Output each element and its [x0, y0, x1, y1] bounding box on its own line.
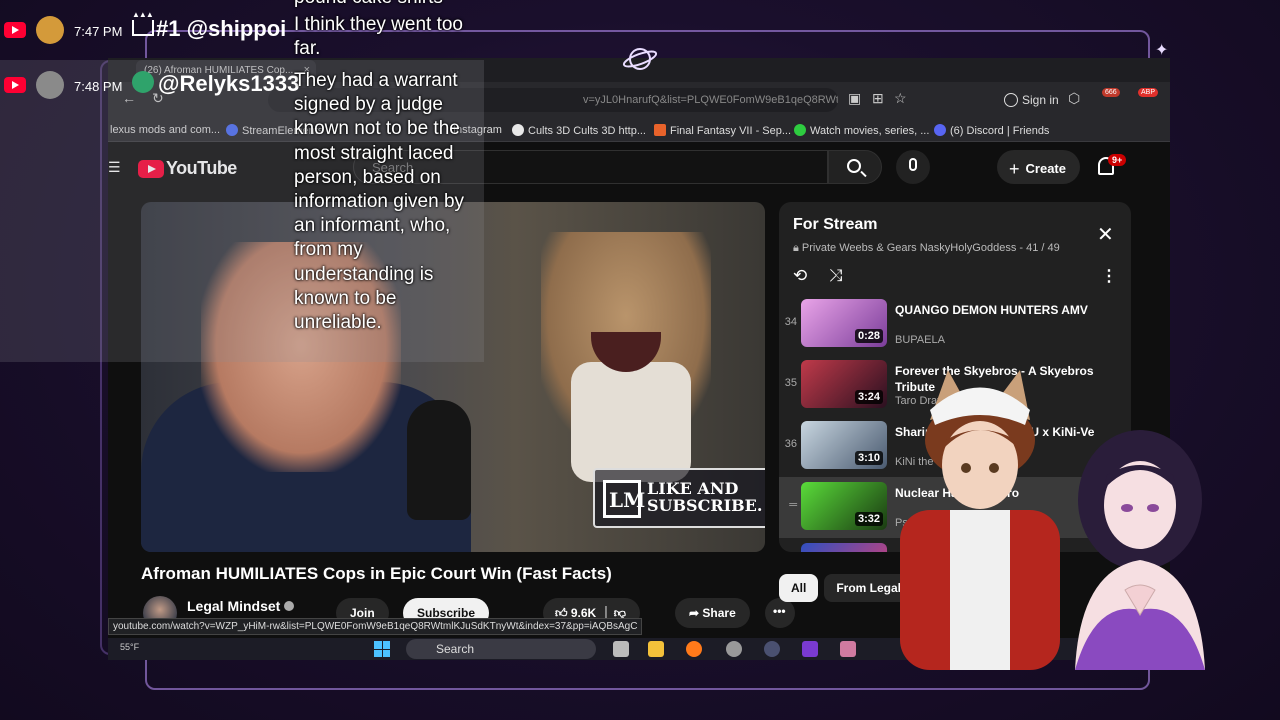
drag-handle-icon[interactable]: ═ [783, 499, 797, 511]
chat-message: I think they went too far. [294, 14, 463, 60]
create-button[interactable]: + Create [997, 150, 1080, 184]
extension-icon[interactable]: ⬡ [1068, 90, 1080, 107]
video-thumbnail: 3:10 [801, 421, 887, 469]
planet-icon [622, 48, 658, 70]
file-explorer-icon[interactable] [648, 641, 664, 657]
notification-count: 9+ [1108, 154, 1127, 166]
bookmark-item[interactable]: Cults 3D Cults 3D http... [512, 124, 646, 137]
plus-icon: + [1009, 159, 1020, 179]
signin-label: Sign in [1022, 93, 1059, 107]
bookmark-favicon [654, 124, 666, 136]
lock-icon: 🔒︎ [793, 242, 802, 254]
youtube-badge-icon [4, 22, 26, 38]
voice-search-button[interactable] [896, 150, 930, 184]
firefox-icon[interactable] [686, 641, 702, 657]
windows-start-icon[interactable] [374, 641, 390, 657]
signin-button[interactable]: Sign in [996, 88, 1069, 112]
star-icon[interactable]: ☆ [894, 90, 907, 107]
taskbar-search[interactable]: Search [406, 639, 596, 659]
chat-username: @Relyks1333 [132, 71, 299, 97]
bookmark-item[interactable]: (6) Discord | Friends [934, 124, 1049, 137]
video-microphone [407, 400, 471, 520]
vtuber-avatar-cat-boy [900, 370, 1060, 670]
channel-name[interactable]: Legal Mindset [187, 598, 295, 614]
overlay-text: LIKE AND SUBSCRIBE. [647, 479, 763, 515]
playlist-meta: 🔒︎ Private Weebs & Gears NaskyHolyGoddes… [793, 242, 1060, 254]
bookmark-item[interactable]: Final Fantasy VII - Sep... [654, 124, 791, 137]
grid-icon[interactable]: ⊞ [872, 90, 884, 107]
chip-all[interactable]: All [779, 574, 819, 602]
bookmark-favicon [512, 124, 524, 136]
bookmark-favicon [794, 124, 806, 136]
playlist-more-icon[interactable]: ⋮ [1101, 266, 1117, 286]
adblock-icon[interactable]: ABP [1138, 88, 1159, 97]
playlist-owner[interactable]: Weebs & Gears NaskyHolyGoddess [839, 242, 1016, 254]
video-thumbnail: 3:24 [801, 360, 887, 408]
obs-icon[interactable] [764, 641, 780, 657]
loop-icon[interactable]: ⟲ [793, 266, 807, 286]
chat-message-fragment: pound cake shirts [294, 0, 480, 10]
channel-logo-icon: LM [603, 480, 645, 518]
member-badge-icon [132, 71, 154, 93]
bookmark-favicon [934, 124, 946, 136]
crown-icon [132, 10, 154, 36]
chat-avatar [36, 71, 64, 99]
close-icon[interactable]: ✕ [1097, 222, 1114, 247]
playlist-title: For Stream [793, 216, 878, 233]
app-icon[interactable] [840, 641, 856, 657]
bookmark-item[interactable]: Watch movies, series, ... [794, 124, 929, 137]
chat-username: #1 @shippoi [132, 10, 286, 42]
chat-message: They had a warrant signed by a judge kno… [294, 70, 465, 334]
app-icon[interactable] [802, 641, 818, 657]
search-button[interactable] [828, 150, 882, 184]
video-thumbnail: 3:32 [801, 482, 887, 530]
weather-temp[interactable]: 55°F [120, 642, 139, 652]
app-icon[interactable] [726, 641, 742, 657]
youtube-badge-icon [4, 77, 26, 93]
sparkle-icon: ✦ [1155, 42, 1169, 59]
video-puppet-body [571, 362, 691, 482]
video-thumbnail: 0:28 [801, 299, 887, 347]
vtuber-avatar-girl [1075, 430, 1205, 670]
share-button[interactable]: ➦ Share [675, 598, 750, 628]
video-title: Afroman HUMILIATES Cops in Epic Court Wi… [141, 564, 612, 583]
video-thumbnail [801, 543, 887, 552]
task-view-icon[interactable] [613, 641, 629, 657]
extension-badge[interactable]: 666 [1102, 88, 1120, 97]
shuffle-icon[interactable]: ⤨ [829, 266, 843, 286]
screen-icon[interactable]: ▣ [848, 90, 861, 107]
verified-icon [284, 601, 295, 611]
playlist-item[interactable]: 34 0:28 QUANGO DEMON HUNTERS AMV BUPAELA [779, 294, 1131, 355]
url-text: v=yJL0HnarufQ&list=PLQWE0FomW9eB1qeQ8RWt… [583, 94, 838, 106]
link-status-bar: youtube.com/watch?v=WZP_yHiM-rw&list=PLQ… [108, 618, 643, 635]
mic-icon [909, 158, 917, 171]
share-icon: ➦ [689, 606, 703, 620]
chat-avatar [36, 16, 64, 44]
like-subscribe-overlay: LM LIKE AND SUBSCRIBE. [593, 468, 765, 528]
account-icon [1004, 93, 1018, 107]
search-icon [847, 159, 861, 173]
